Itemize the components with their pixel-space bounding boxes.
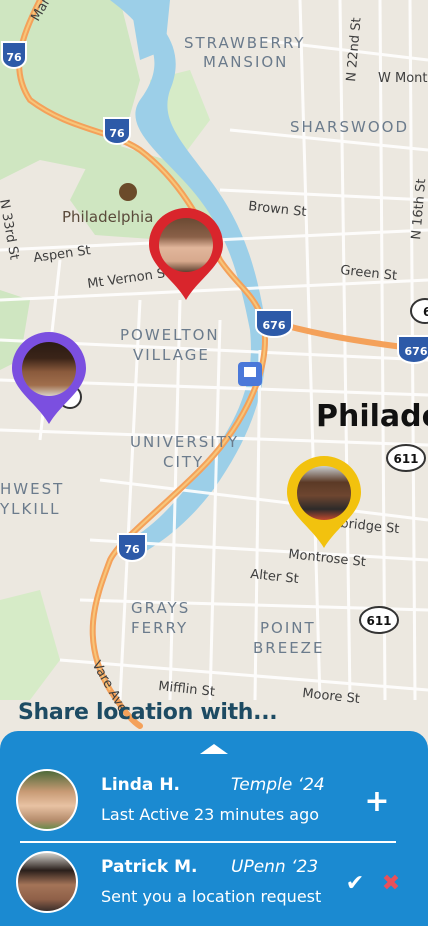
i76-shield-top: 76	[1, 41, 27, 70]
label-southwest: HWEST	[0, 480, 64, 498]
label-philadelphia: Philade	[316, 399, 428, 434]
plus-icon: +	[364, 783, 390, 819]
close-icon: ✖	[381, 870, 401, 896]
check-icon: ✔	[345, 870, 365, 896]
contact-school: Temple ‘24	[231, 775, 325, 795]
i676-shield-right: 676	[397, 335, 428, 365]
label-village: VILLAGE	[133, 346, 210, 364]
avatar	[22, 342, 76, 396]
route-611-shield-2: 611	[359, 606, 399, 634]
i676-shield: 676	[255, 309, 293, 339]
label-sharswood: SHARSWOOD	[290, 118, 409, 136]
divider	[20, 841, 396, 843]
add-button[interactable]: +	[362, 781, 392, 821]
avatar	[16, 769, 78, 831]
svg-text:611: 611	[366, 614, 391, 628]
svg-text:676: 676	[263, 319, 286, 332]
svg-text:76: 76	[6, 51, 22, 64]
route-61-shield: 61	[410, 298, 428, 324]
expand-handle-icon[interactable]	[200, 744, 228, 754]
decline-button[interactable]: ✖	[378, 869, 404, 897]
map-pin-purple[interactable]	[12, 332, 86, 424]
label-zoo: Philadelphia	[62, 208, 153, 226]
label-schuylkill: YLKILL	[0, 500, 61, 518]
map-pin-yellow[interactable]	[287, 456, 361, 548]
map-pin-red[interactable]	[149, 208, 223, 300]
label-strawberry: STRAWBERRY	[184, 34, 306, 52]
contact-name: Linda H.	[101, 775, 181, 795]
avatar	[159, 218, 213, 272]
route-611-shield-1: 611	[386, 444, 426, 472]
label-grays: GRAYS	[131, 599, 190, 617]
label-breeze: BREEZE	[253, 639, 324, 657]
label-ferry: FERRY	[131, 619, 188, 637]
contact-row[interactable]: Patrick M. UPenn ‘23 Sent you a location…	[0, 849, 428, 921]
label-mansion: MANSION	[203, 53, 288, 71]
svg-text:676: 676	[405, 345, 428, 358]
svg-text:76: 76	[124, 543, 140, 556]
contact-row[interactable]: Linda H. Temple ‘24 Last Active 23 minut…	[0, 767, 428, 839]
contact-name: Patrick M.	[101, 857, 198, 877]
label-university: UNIVERSITY	[130, 433, 239, 451]
label-powelton: POWELTON	[120, 326, 220, 344]
avatar	[297, 466, 351, 520]
label-point: POINT	[260, 619, 316, 637]
avatar	[16, 851, 78, 913]
label-city: CITY	[163, 453, 204, 471]
svg-text:76: 76	[109, 127, 125, 140]
contact-school: UPenn ‘23	[231, 857, 319, 877]
contact-status: Last Active 23 minutes ago	[101, 805, 320, 824]
i76-shield-bottom: 76	[117, 533, 147, 563]
accept-button[interactable]: ✔	[342, 869, 368, 897]
contact-status: Sent you a location request	[101, 887, 322, 906]
i76-shield-mid: 76	[103, 117, 131, 146]
svg-text:61: 61	[423, 305, 428, 319]
share-title: Share location with...	[18, 700, 278, 725]
svg-text:611: 611	[393, 452, 418, 466]
zoo-icon	[119, 183, 137, 201]
label-wmont: W Mont	[378, 71, 428, 86]
